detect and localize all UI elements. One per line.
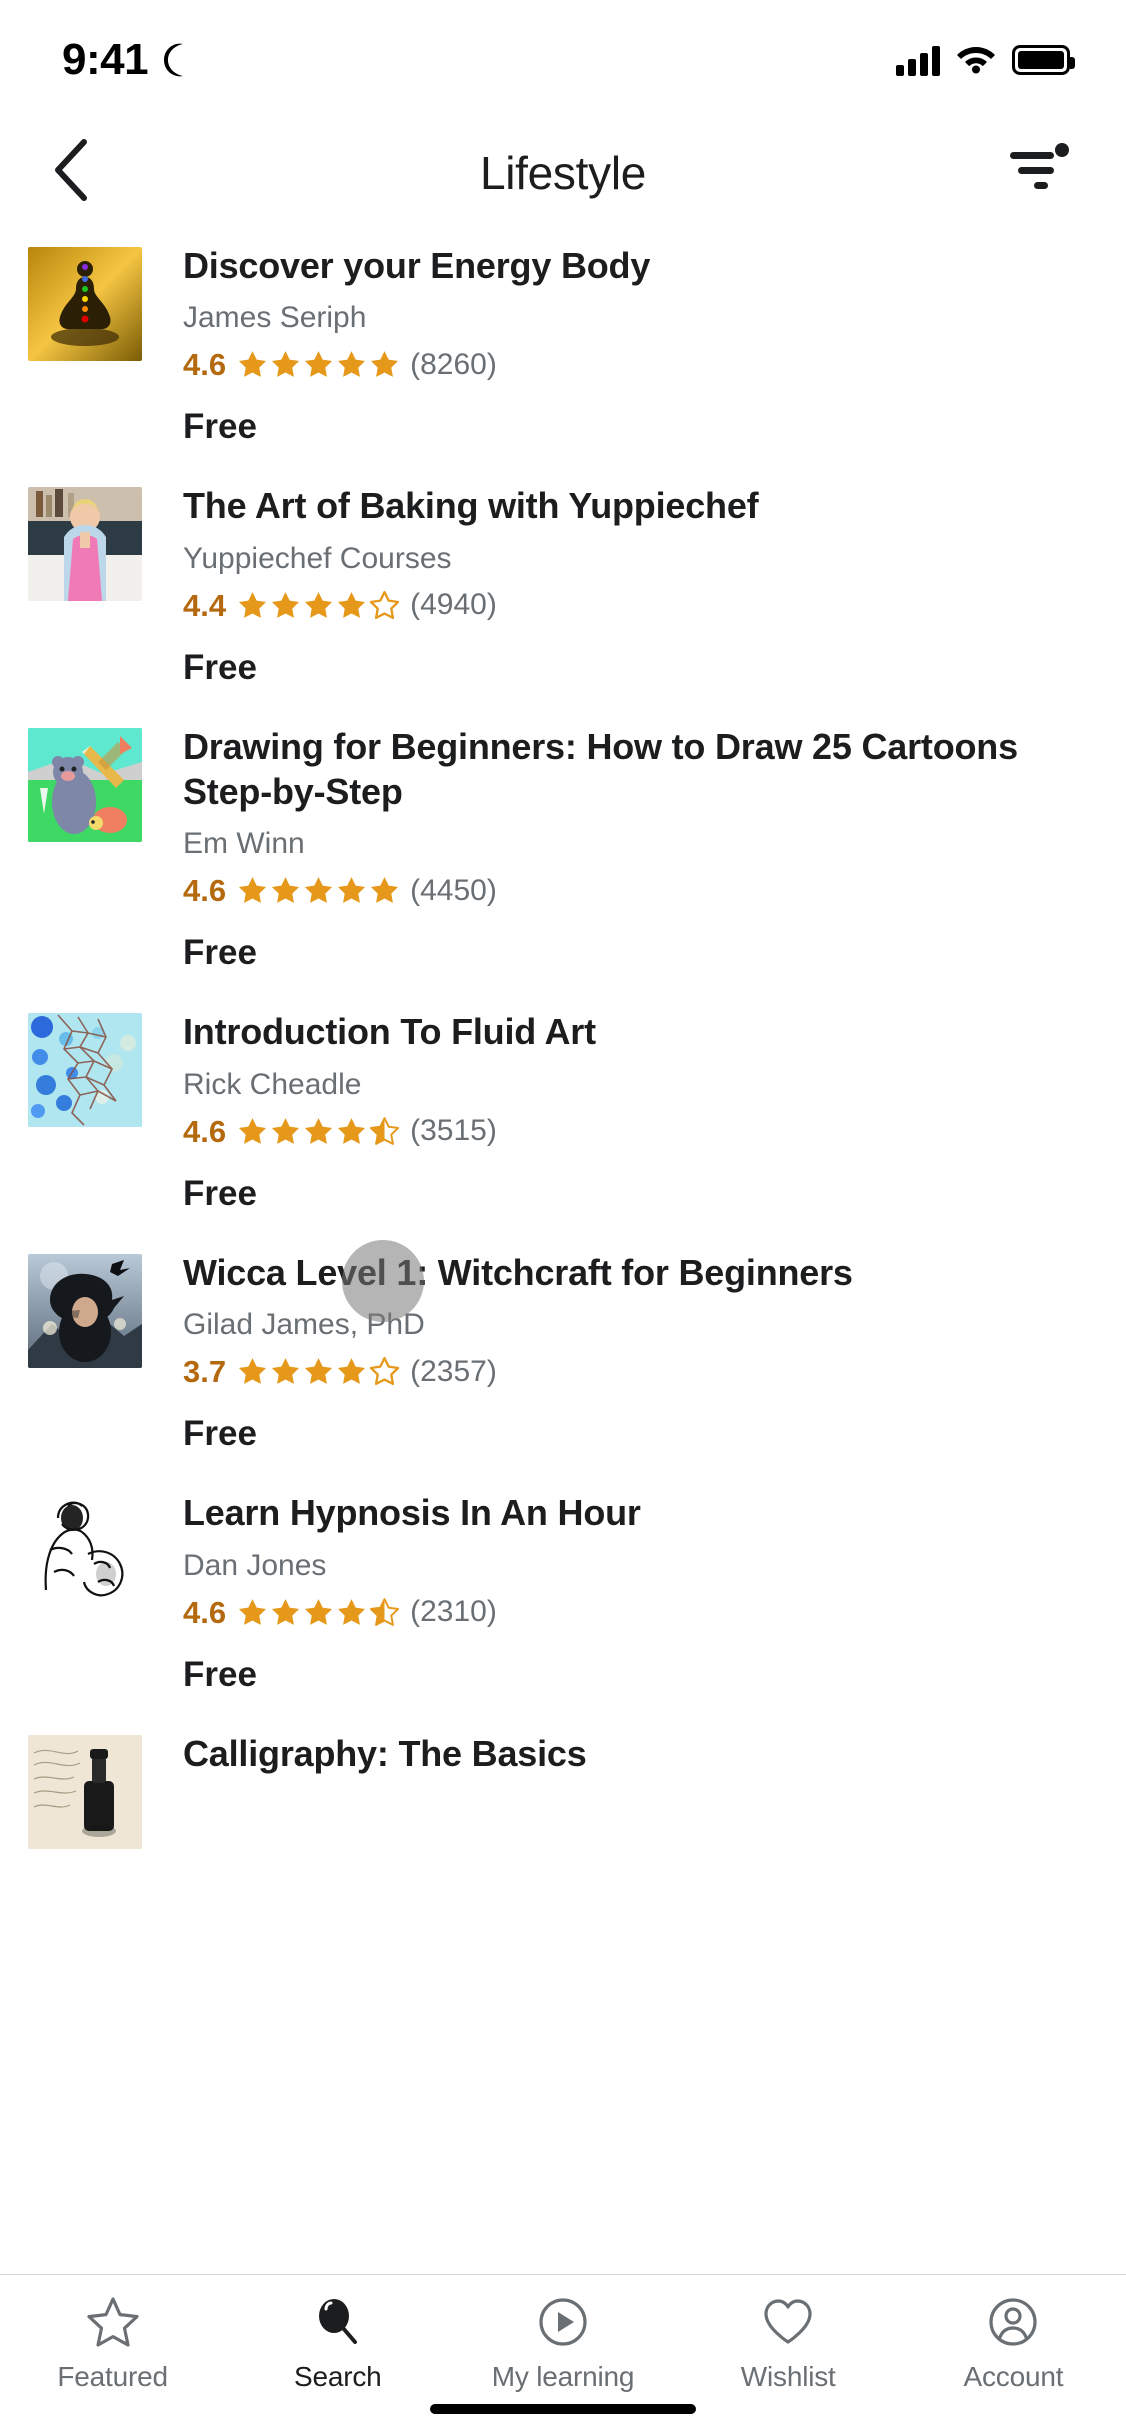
course-info: Wicca Level 1: Witchcraft for Beginners … [142, 1250, 1126, 1454]
course-author: Dan Jones [183, 1548, 327, 1582]
course-rating: 4.6 (8260) [183, 349, 1098, 380]
course-rating: 4.4 (4940) [183, 590, 1098, 621]
tab-my-learning[interactable]: My learning [450, 2295, 675, 2393]
course-info: Discover your Energy Body James Seriph 4… [142, 243, 1126, 447]
course-info: Calligraphy: The Basics [142, 1731, 1126, 1849]
course-title: Calligraphy: The Basics [183, 1732, 587, 1774]
course-info: Introduction To Fluid Art Rick Cheadle 4… [142, 1009, 1126, 1213]
course-thumbnail [28, 1734, 142, 1849]
tab-featured[interactable]: Featured [0, 2295, 225, 2393]
course-info: Learn Hypnosis In An Hour Dan Jones 4.6 … [142, 1490, 1126, 1694]
review-count: (2310) [410, 1595, 497, 1629]
course-info: The Art of Baking with Yuppiechef Yuppie… [142, 483, 1126, 687]
tab-label: Search [294, 2361, 382, 2392]
tab-label: Featured [57, 2361, 168, 2392]
course-row[interactable]: Drawing for Beginners: How to Draw 25 Ca… [0, 706, 1126, 992]
course-title: Introduction To Fluid Art [183, 1011, 596, 1053]
course-price: Free [183, 933, 257, 973]
course-thumbnail [28, 1494, 142, 1609]
course-author: James Seriph [183, 301, 367, 335]
review-count: (3515) [410, 1114, 497, 1148]
star-outline-icon [86, 2295, 140, 2349]
page-title: Lifestyle [479, 146, 647, 199]
rating-value: 4.6 [183, 1113, 227, 1149]
star-rating-icons [237, 1116, 400, 1147]
heart-outline-icon [761, 2295, 815, 2349]
course-author: Yuppiechef Courses [183, 541, 452, 575]
star-rating-icons [237, 1356, 400, 1387]
course-row[interactable]: Calligraphy: The Basics [0, 1713, 1126, 1867]
status-bar-right [896, 42, 1075, 79]
course-author: Rick Cheadle [183, 1067, 362, 1101]
course-info: Drawing for Beginners: How to Draw 25 Ca… [142, 724, 1126, 974]
course-price: Free [183, 1414, 257, 1454]
course-thumbnail [28, 727, 142, 842]
course-rating: 4.6 (2310) [183, 1597, 1098, 1628]
course-price: Free [183, 407, 257, 447]
star-rating-icons [237, 1597, 400, 1628]
tab-wishlist[interactable]: Wishlist [676, 2295, 901, 2393]
rating-value: 4.6 [183, 1594, 227, 1630]
course-thumbnail [28, 1253, 142, 1368]
course-price: Free [183, 1173, 257, 1213]
home-indicator [430, 2404, 696, 2414]
course-row[interactable]: The Art of Baking with Yuppiechef Yuppie… [0, 465, 1126, 705]
person-circle-icon [986, 2295, 1040, 2349]
star-rating-icons [237, 349, 400, 380]
course-price: Free [183, 1654, 257, 1694]
tab-label: Account [963, 2361, 1064, 2392]
course-thumbnail [28, 1013, 142, 1128]
rating-value: 4.6 [183, 347, 227, 383]
course-title: Wicca Level 1: Witchcraft for Beginners [183, 1251, 853, 1293]
tab-label: My learning [491, 2361, 635, 2392]
status-bar-left: 9:41 [62, 38, 192, 82]
course-list[interactable]: Discover your Energy Body James Seriph 4… [0, 225, 1126, 2274]
course-author: Gilad James, PhD [183, 1308, 425, 1342]
filter-sort-icon [1008, 142, 1070, 203]
status-bar-clock: 9:41 [62, 35, 149, 84]
course-rating: 4.6 (3515) [183, 1116, 1098, 1147]
tab-search[interactable]: Search [225, 2295, 450, 2393]
rating-value: 3.7 [183, 1354, 227, 1390]
star-rating-icons [237, 590, 400, 621]
course-thumbnail [28, 487, 142, 602]
crescent-moon-icon [160, 43, 192, 77]
star-rating-icons [237, 875, 400, 906]
course-title: Discover your Energy Body [183, 245, 651, 286]
battery-full-icon [1012, 45, 1075, 75]
tab-account[interactable]: Account [901, 2295, 1126, 2393]
course-rating: 3.7 (2357) [183, 1356, 1098, 1387]
course-title: Drawing for Beginners: How to Draw 25 Ca… [183, 725, 1018, 813]
wifi-icon [956, 42, 996, 79]
review-count: (2357) [410, 1354, 497, 1388]
back-button[interactable] [50, 138, 120, 208]
signal-bars-icon [896, 44, 940, 76]
search-icon [311, 2295, 365, 2349]
course-rating: 4.6 (4450) [183, 875, 1098, 906]
rating-value: 4.4 [183, 587, 227, 623]
filter-sort-button[interactable] [1002, 136, 1076, 210]
course-row[interactable]: Learn Hypnosis In An Hour Dan Jones 4.6 … [0, 1472, 1126, 1712]
chevron-left-icon [50, 138, 94, 207]
course-title: Learn Hypnosis In An Hour [183, 1492, 641, 1534]
review-count: (8260) [410, 347, 497, 381]
course-author: Em Winn [183, 827, 305, 861]
course-title: The Art of Baking with Yuppiechef [183, 485, 759, 527]
course-thumbnail [28, 247, 142, 361]
review-count: (4450) [410, 873, 497, 907]
course-price: Free [183, 647, 257, 687]
navigation-header: Lifestyle [0, 120, 1126, 225]
rating-value: 4.6 [183, 873, 227, 909]
tab-label: Wishlist [740, 2361, 836, 2392]
review-count: (4940) [410, 588, 497, 622]
status-bar: 9:41 [0, 0, 1126, 120]
course-row[interactable]: Wicca Level 1: Witchcraft for Beginners … [0, 1232, 1126, 1472]
play-circle-icon [536, 2295, 590, 2349]
course-row[interactable]: Discover your Energy Body James Seriph 4… [0, 225, 1126, 465]
course-row[interactable]: Introduction To Fluid Art Rick Cheadle 4… [0, 991, 1126, 1231]
